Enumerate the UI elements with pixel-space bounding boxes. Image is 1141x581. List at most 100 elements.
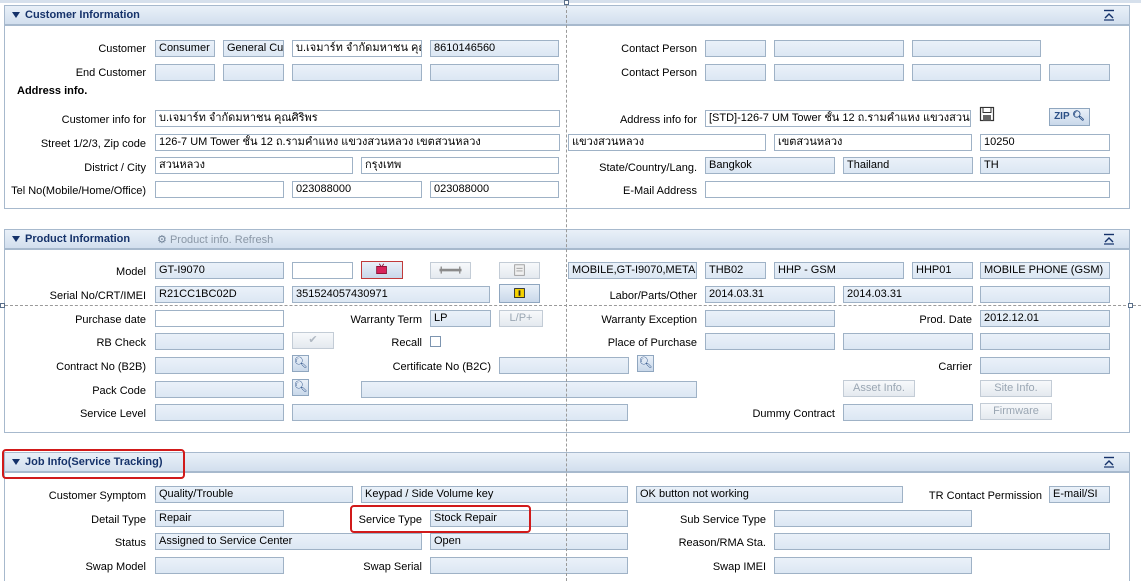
contact-person-field-3[interactable] [912,40,1041,57]
customer-name-field[interactable]: บ.เจมาร์ท จำกัดมหาชน คุณ [292,40,422,57]
collapse-icon[interactable] [1103,9,1115,21]
dummy-contract-field[interactable] [843,404,973,421]
state-field[interactable]: Bangkok [705,157,835,174]
product-tool-button-2[interactable] [499,262,540,279]
resize-handle-top[interactable] [564,0,569,5]
symptom-category-field[interactable]: Quality/Trouble [155,486,353,503]
sub-service-type-field[interactable] [774,510,972,527]
site-info-button[interactable]: Site Info. [980,380,1052,397]
resize-handle-left[interactable] [0,303,5,308]
rb-check-button[interactable]: ✔ [292,332,334,349]
zip-code-field[interactable]: 10250 [980,134,1110,151]
recall-checkbox[interactable] [430,336,441,347]
reason-rma-label: Reason/RMA Sta. [678,537,766,549]
warranty-term-field[interactable]: LP [430,310,491,327]
symptom-description-field[interactable]: OK button not working [636,486,903,503]
tel-mobile-field[interactable] [155,181,284,198]
save-address-icon[interactable] [979,106,995,122]
product-group-field[interactable]: HHP - GSM [774,262,904,279]
product-tool-button-1[interactable] [430,262,471,279]
model-field[interactable]: GT-I9070 [155,262,284,279]
end-customer-field-2[interactable] [223,64,284,81]
tr-contact-permission-field[interactable]: E-mail/SI [1049,486,1110,503]
place-of-purchase-field-1[interactable] [705,333,835,350]
model-code-field[interactable]: THB02 [705,262,766,279]
certificate-no-field[interactable] [499,357,629,374]
other-date-field[interactable] [980,286,1110,303]
tel-office-field[interactable]: 023088000 [430,181,559,198]
model-extra-field[interactable] [292,262,353,279]
pack-code-field[interactable] [155,381,284,398]
contact-person-2-field-4[interactable] [1049,64,1110,81]
product-section-header[interactable]: Product Information ⚙ Product info. Refr… [4,229,1130,249]
zip-search-button[interactable]: ZIP 🔍︎ [1049,108,1090,126]
contact-person-2-field-1[interactable] [705,64,766,81]
customer-group-field[interactable]: General Cus [223,40,284,57]
imei-field[interactable]: 351524057430971 [292,286,490,303]
serial-number-field[interactable]: R21CC1BC02D [155,286,284,303]
tv-icon-button[interactable] [361,261,403,279]
expand-triangle-icon[interactable] [12,236,20,242]
rb-check-field[interactable] [155,333,284,350]
customer-number-field[interactable]: 8610146560 [430,40,559,57]
contract-no-field[interactable] [155,357,284,374]
contact-person-field-2[interactable] [774,40,904,57]
city-field[interactable]: กรุงเทพ [361,157,559,174]
service-level-description-field[interactable] [292,404,628,421]
firmware-button[interactable]: Firmware [980,403,1052,420]
lp-plus-button[interactable]: L/P+ [499,310,543,327]
collapse-icon[interactable] [1103,456,1115,468]
street-1-field[interactable]: 126-7 UM Tower ชั้น 12 ถ.รามคำแหง แขวงสว… [155,134,560,151]
parts-date-field[interactable]: 2014.03.31 [843,286,973,303]
status-detail-field[interactable]: Open [430,533,628,550]
contact-person-2-field-2[interactable] [774,64,904,81]
contact-person-2-field-3[interactable] [912,64,1041,81]
collapse-icon[interactable] [1103,233,1115,245]
imei-info-button[interactable] [499,284,540,303]
product-code-field[interactable]: HHP01 [912,262,973,279]
prod-date-field[interactable]: 2012.12.01 [980,310,1110,327]
product-refresh-link[interactable]: ⚙ Product info. Refresh [157,233,273,246]
model-description-field[interactable]: MOBILE,GT-I9070,METALLI [568,262,697,279]
contract-search-button[interactable]: 🔍︎ [292,355,309,372]
place-of-purchase-field-2[interactable] [843,333,973,350]
job-info-highlight [2,449,185,479]
reason-rma-field[interactable] [774,533,1110,550]
pack-code-search-button[interactable]: 🔍︎ [292,379,309,396]
customer-section-header[interactable]: Customer Information [4,5,1130,25]
certificate-search-button[interactable]: 🔍︎ [637,355,654,372]
product-type-field[interactable]: MOBILE PHONE (GSM) [980,262,1110,279]
customer-info-for-field[interactable]: บ.เจมาร์ท จำกัดมหาชน คุณศิริพร [155,110,560,127]
swap-serial-field[interactable] [430,557,628,574]
contact-person-label: Contact Person [621,43,697,55]
resize-handle-right[interactable] [1128,303,1133,308]
email-address-field[interactable] [705,181,1110,198]
detail-type-field[interactable]: Repair [155,510,284,527]
country-field[interactable]: Thailand [843,157,973,174]
end-customer-field-3[interactable] [292,64,422,81]
street-3-field[interactable]: เขตสวนหลวง [774,134,972,151]
symptom-detail-field[interactable]: Keypad / Side Volume key [361,486,628,503]
street-2-field[interactable]: แขวงสวนหลวง [568,134,766,151]
tel-home-field[interactable]: 023088000 [292,181,422,198]
end-customer-field-4[interactable] [430,64,559,81]
swap-model-field[interactable] [155,557,284,574]
service-level-field[interactable] [155,404,284,421]
labor-date-field[interactable]: 2014.03.31 [705,286,835,303]
asset-info-button[interactable]: Asset Info. [843,380,915,397]
swap-imei-field[interactable] [774,557,972,574]
district-field[interactable]: สวนหลวง [155,157,353,174]
language-field[interactable]: TH [980,157,1110,174]
product-refresh-label: Product info. Refresh [169,234,274,246]
contact-person-field-1[interactable] [705,40,766,57]
customer-type-field[interactable]: Consumer [155,40,215,57]
place-of-purchase-field-3[interactable] [980,333,1110,350]
expand-triangle-icon[interactable] [12,12,20,18]
pack-code-description-field[interactable] [361,381,697,398]
purchase-date-field[interactable] [155,310,284,327]
address-info-for-field[interactable]: [STD]-126-7 UM Tower ชั้น 12 ถ.รามคำแหง … [705,110,971,127]
status-field[interactable]: Assigned to Service Center [155,533,422,550]
warranty-exception-field[interactable] [705,310,835,327]
carrier-field[interactable] [980,357,1110,374]
end-customer-field-1[interactable] [155,64,215,81]
